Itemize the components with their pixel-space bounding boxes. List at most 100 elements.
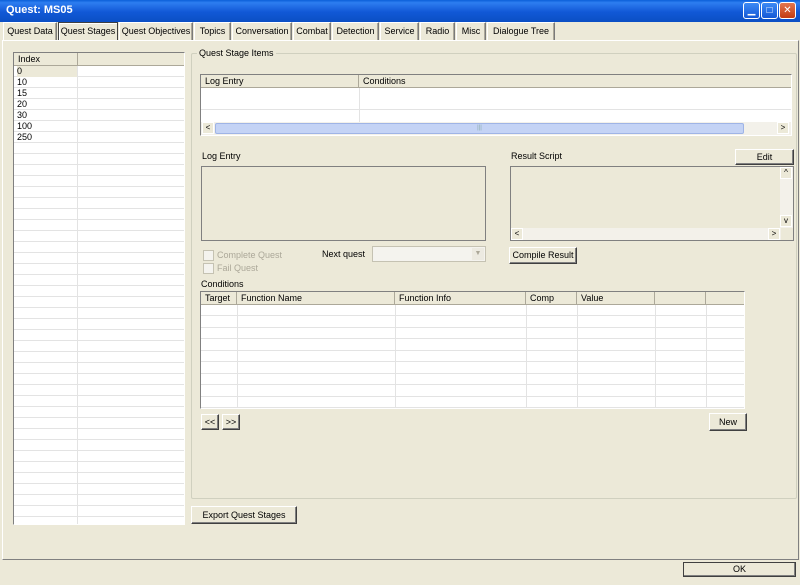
list-item (14, 407, 184, 418)
list-item[interactable]: 100 (14, 121, 184, 132)
fail-quest-label: Fail Quest (217, 263, 259, 273)
complete-quest-checkbox[interactable] (203, 250, 214, 261)
stage-items-table[interactable]: Log Entry Conditions < ||| > (200, 74, 792, 136)
export-quest-stages-button[interactable]: Export Quest Stages (191, 506, 297, 524)
title-bar[interactable]: Quest: MS05 ▁ □ ✕ (0, 0, 800, 22)
maximize-button[interactable]: □ (761, 2, 778, 19)
comp-column-header[interactable]: Comp (526, 292, 577, 305)
minimize-button[interactable]: ▁ (743, 2, 760, 19)
result-script-vscrollbar[interactable]: ^ v (780, 167, 793, 228)
close-button[interactable]: ✕ (779, 2, 796, 19)
tab-combat[interactable]: Combat (293, 22, 331, 40)
column-divider (655, 305, 656, 408)
list-item[interactable]: 10 (14, 77, 184, 88)
close-icon: ✕ (783, 5, 792, 16)
list-item (14, 198, 184, 209)
log-entry-column-header[interactable]: Log Entry (201, 75, 359, 88)
chevron-down-icon: v (784, 216, 788, 225)
list-item[interactable]: 0 (14, 66, 184, 77)
table-row (201, 328, 744, 339)
scroll-up-button[interactable]: ^ (780, 167, 792, 179)
scroll-left-button[interactable]: < (202, 122, 214, 134)
conditions-rows (201, 305, 744, 408)
conditions-table[interactable]: Target Function Name Function Info Comp … (200, 291, 745, 409)
index-value: 20 (17, 99, 28, 109)
result-script-hscrollbar[interactable]: < > (511, 228, 781, 240)
script-scroll-right-button[interactable]: > (768, 228, 780, 240)
next-button[interactable]: >> (222, 414, 240, 430)
list-item (14, 319, 184, 330)
tab-quest-stages[interactable]: Quest Stages (58, 22, 118, 40)
list-item (14, 187, 184, 198)
list-item[interactable]: 20 (14, 99, 184, 110)
list-item (14, 506, 184, 517)
conditions-column-header[interactable]: Conditions (359, 75, 791, 88)
value-column-header[interactable]: Value (577, 292, 655, 305)
tab-detection[interactable]: Detection (332, 22, 379, 40)
script-scroll-left-button[interactable]: < (511, 228, 523, 240)
list-item (14, 440, 184, 451)
chevron-left-icon: < (514, 229, 520, 238)
index-value: 0 (17, 66, 77, 77)
target-column-header[interactable]: Target (201, 292, 237, 305)
scroll-down-button[interactable]: v (780, 215, 792, 227)
ok-button[interactable]: OK (683, 562, 796, 577)
list-item (14, 341, 184, 352)
next-quest-label: Next quest (322, 249, 366, 259)
tab-misc[interactable]: Misc (456, 22, 486, 40)
list-item (14, 352, 184, 363)
previous-button[interactable]: << (201, 414, 219, 430)
next-quest-select[interactable]: ▼ (372, 246, 486, 262)
index-value: 10 (17, 77, 28, 87)
table-row (201, 363, 744, 374)
tab-quest-objectives[interactable]: Quest Objectives (119, 22, 193, 40)
tab-radio[interactable]: Radio (420, 22, 455, 40)
table-row (201, 374, 744, 385)
scroll-right-button[interactable]: > (777, 122, 789, 134)
list-item (14, 253, 184, 264)
index-rows: 0 10 15 20 30 100 250 (14, 66, 184, 524)
window-title: Quest: MS05 (6, 4, 73, 16)
list-item (14, 517, 184, 524)
log-entry-textarea[interactable] (201, 166, 486, 241)
list-item[interactable]: 250 (14, 132, 184, 143)
stage-items-hscrollbar[interactable]: < ||| > (201, 122, 791, 135)
tab-service[interactable]: Service (380, 22, 419, 40)
result-script-textarea[interactable]: ^ v < > (510, 166, 794, 241)
column-divider (526, 305, 527, 408)
blank-column-header-2[interactable] (706, 292, 744, 305)
fail-quest-checkbox[interactable] (203, 263, 214, 274)
list-item[interactable]: 15 (14, 88, 184, 99)
list-item (14, 473, 184, 484)
edit-button[interactable]: Edit (735, 149, 794, 165)
function-name-column-header[interactable]: Function Name (237, 292, 395, 305)
minimize-icon: ▁ (747, 5, 756, 16)
list-item[interactable]: 30 (14, 110, 184, 121)
list-item (14, 165, 184, 176)
tab-topics[interactable]: Topics (194, 22, 231, 40)
tab-dialogue-tree[interactable]: Dialogue Tree (487, 22, 555, 40)
index-list[interactable]: Index 0 10 15 20 30 100 250 (13, 52, 185, 525)
column-divider (706, 305, 707, 408)
list-item (14, 220, 184, 231)
scroll-thumb[interactable]: ||| (215, 123, 744, 134)
list-item (14, 176, 184, 187)
compile-result-button[interactable]: Compile Result (509, 247, 577, 264)
list-item (14, 242, 184, 253)
index-value: 100 (17, 121, 33, 131)
chevron-left-icon: < (205, 123, 211, 132)
list-item (14, 418, 184, 429)
tab-quest-data[interactable]: Quest Data (3, 22, 57, 40)
function-info-column-header[interactable]: Function Info (395, 292, 526, 305)
list-item (14, 495, 184, 506)
index-column-header[interactable]: Index (14, 53, 78, 66)
chevron-up-icon: ^ (784, 168, 788, 177)
chevron-down-icon[interactable]: ▼ (472, 248, 484, 260)
list-item (14, 308, 184, 319)
result-script-label: Result Script (511, 151, 563, 161)
new-button[interactable]: New (709, 413, 747, 431)
blank-column-header-1[interactable] (655, 292, 706, 305)
tab-conversation[interactable]: Conversation (232, 22, 292, 40)
column-divider (577, 305, 578, 408)
index-value: 250 (17, 132, 33, 142)
